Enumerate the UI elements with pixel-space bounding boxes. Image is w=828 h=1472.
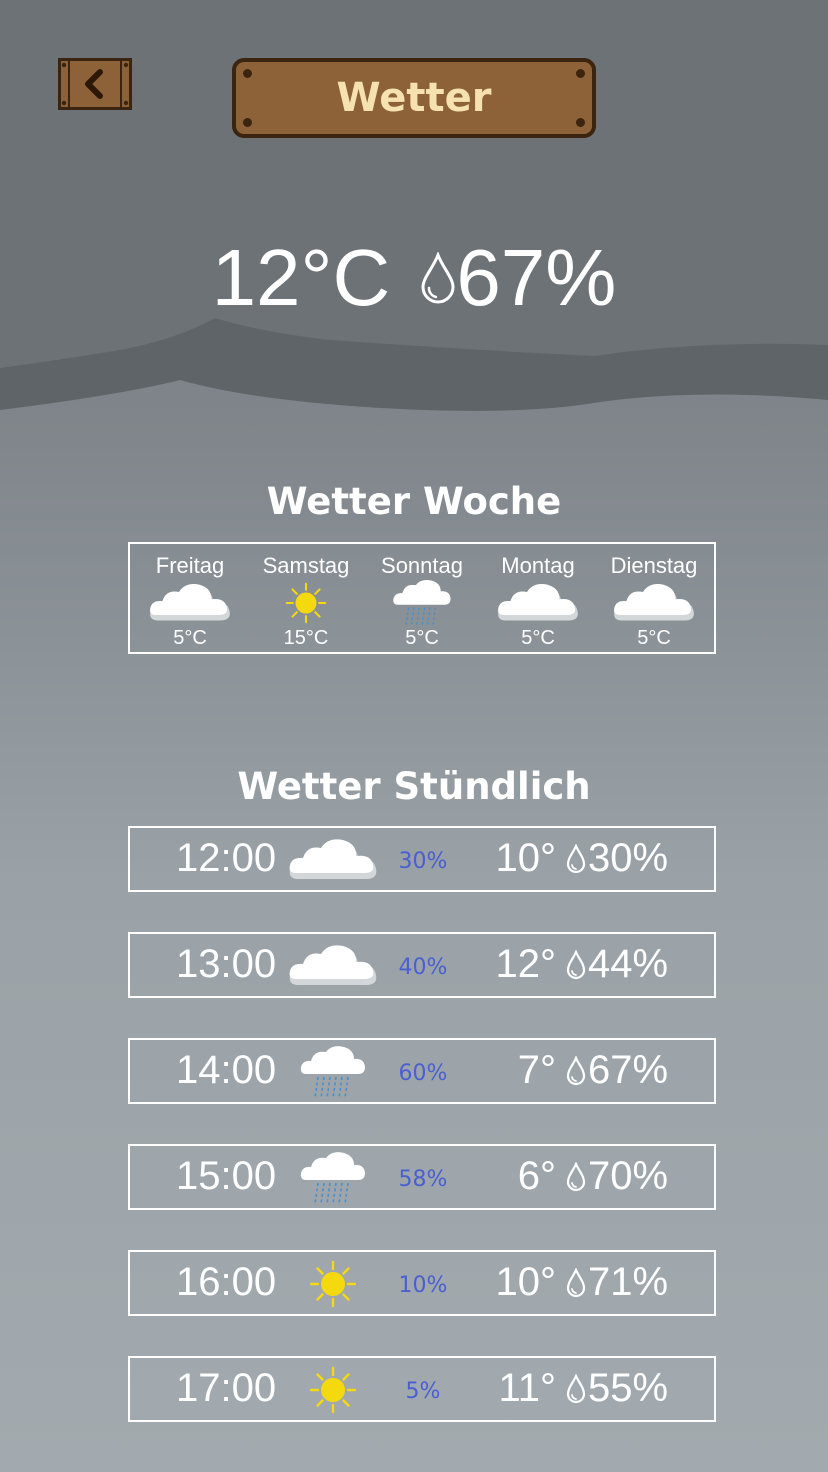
rivet [576,69,585,78]
hourly-temp: 6° [517,1154,556,1198]
rain-chance: 60% [398,1061,448,1086]
week-day-temp: 15°C [283,627,329,649]
hourly-humidity: 67% [566,1048,668,1093]
week-day: Freitag 5°C [133,544,247,652]
week-day-name: Freitag [155,553,225,578]
hourly-temp: 10° [495,836,557,880]
rain-chance: 30% [398,849,448,874]
hourly-humidity: 30% [566,836,668,881]
sun-icon [285,579,327,627]
current-humidity: 67% [420,232,616,324]
hourly-time: 14:00 [176,1048,277,1092]
hourly-humidity-value: 55% [588,1366,669,1410]
sun-icon [288,1256,378,1312]
hourly-temp: 12° [495,942,557,986]
droplet-icon [566,843,588,874]
cloud-icon [493,579,583,627]
hourly-row: 12:00 30% 10° 30% [128,826,716,892]
hourly-time: 17:00 [176,1366,277,1410]
week-forecast: Freitag 5°C Samstag 15°C Sonntag 5°C Mon… [128,542,716,654]
current-conditions: 12°C 67% [0,228,828,328]
rain-cloud-icon [391,579,453,627]
hourly-title: Wetter Stündlich [237,765,591,808]
title-plank: Wetter [232,58,596,138]
hourly-humidity-value: 70% [588,1154,669,1198]
hourly-row: 17:00 5% 11° 55% [128,1356,716,1422]
week-day-temp: 5°C [637,627,671,649]
hourly-row: 13:00 40% 12° 44% [128,932,716,998]
week-day: Dienstag 5°C [597,544,711,652]
rain-chance: 40% [398,955,448,980]
rivet [243,118,252,127]
hourly-humidity-value: 44% [588,942,669,986]
week-day-name: Samstag [262,553,350,578]
hourly-humidity-value: 71% [588,1260,669,1304]
rain-cloud-icon [288,1150,378,1206]
hourly-humidity: 71% [566,1260,668,1305]
rivet [243,69,252,78]
current-humidity-value: 67% [456,233,617,322]
droplet-icon [566,949,588,980]
hourly-time: 15:00 [176,1154,277,1198]
week-day-temp: 5°C [173,627,207,649]
hourly-time: 12:00 [176,836,277,880]
week-day: Sonntag 5°C [365,544,479,652]
droplet-icon [566,1161,588,1192]
week-day-name: Dienstag [610,553,698,578]
sun-icon [288,1362,378,1418]
droplet-icon [421,252,455,304]
cloud-icon [288,938,378,994]
week-day-name: Sonntag [381,553,463,578]
hourly-humidity-value: 67% [588,1048,669,1092]
rain-chance: 10% [398,1273,448,1298]
hourly-row: 14:00 60% 7° 67% [128,1038,716,1104]
current-temperature: 12°C [211,233,391,322]
hourly-time: 16:00 [176,1260,277,1304]
week-day: Montag 5°C [481,544,595,652]
week-day-temp: 5°C [521,627,555,649]
cloud-icon [288,832,378,888]
hourly-row: 15:00 58% 6° 70% [128,1144,716,1210]
rain-cloud-icon [288,1044,378,1100]
hourly-humidity-value: 30% [588,836,669,880]
week-day: Samstag 15°C [249,544,363,652]
rivet [576,118,585,127]
rain-chance: 5% [405,1379,441,1404]
hourly-humidity: 55% [566,1366,668,1411]
droplet-icon [566,1267,588,1298]
hourly-temp: 7° [517,1048,556,1092]
cloud-icon [609,579,699,627]
rain-chance: 58% [398,1167,448,1192]
back-button[interactable] [58,58,132,110]
cloud-icon [145,579,235,627]
hourly-temp: 10° [495,1260,557,1304]
week-day-temp: 5°C [405,627,439,649]
hourly-row: 16:00 10% 10° 71% [128,1250,716,1316]
droplet-icon [566,1373,588,1404]
hourly-temp: 11° [498,1366,556,1410]
back-arrow-icon [58,58,132,110]
week-day-name: Montag [501,553,575,578]
hourly-humidity: 44% [566,942,668,987]
droplet-icon [566,1055,588,1086]
page-title: Wetter [336,75,492,121]
week-title: Wetter Woche [266,480,562,523]
hourly-humidity: 70% [566,1154,668,1199]
hourly-time: 13:00 [176,942,277,986]
